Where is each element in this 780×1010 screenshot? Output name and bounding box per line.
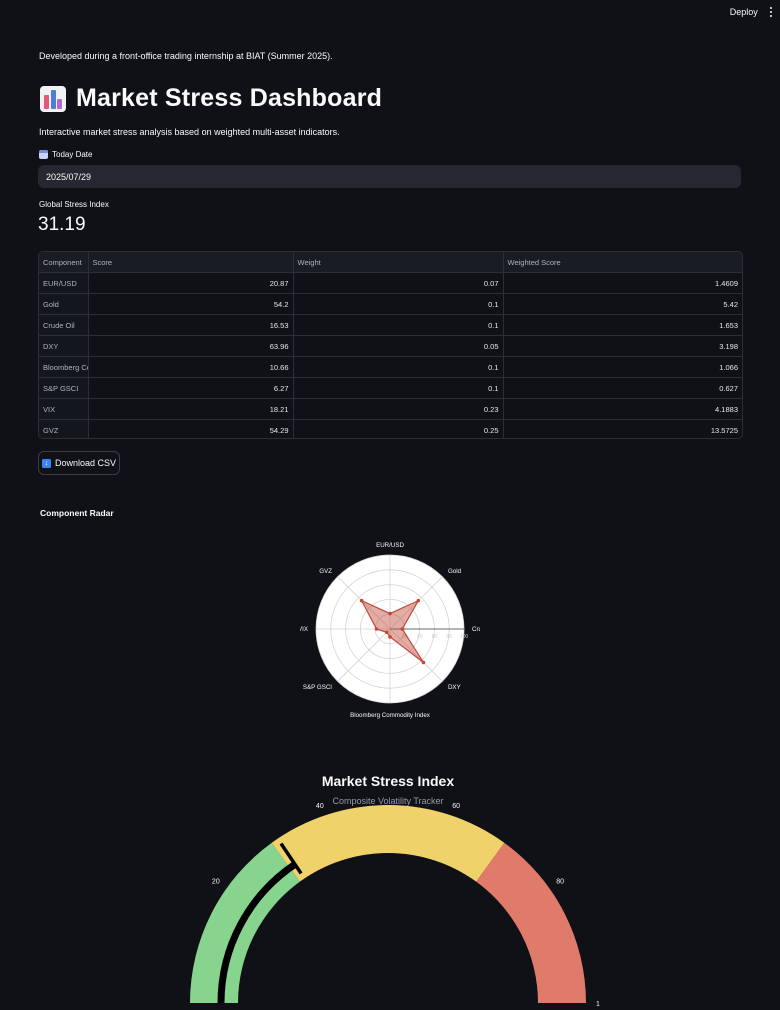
weight-cell: 0.1	[293, 356, 504, 378]
radar-radial-tick-label: 80	[446, 634, 452, 640]
radar-title: Component Radar	[40, 508, 114, 518]
table-row[interactable]: S&P GSCI 6.27 0.1 0.627	[39, 377, 742, 399]
gauge-tick-label: 100	[596, 1001, 600, 1008]
radar-data-point	[388, 635, 392, 639]
radar-axis-label: S&P GSCI	[303, 684, 332, 691]
component-cell: EUR/USD	[39, 272, 89, 294]
radar-axis-label: VIX	[300, 626, 308, 633]
radar-axis-label: Gold	[448, 568, 462, 575]
deploy-button[interactable]: Deploy	[730, 7, 758, 17]
download-csv-label: Download CSV	[54, 458, 117, 468]
radar-axis-label: DXY	[448, 684, 461, 691]
gauge-subtitle: Composite Volatility Tracker	[332, 796, 443, 806]
radar-axis-label: Bloomberg Commodity Index	[350, 712, 431, 719]
weighted-score-cell: 4.1883	[503, 398, 742, 420]
weight-cell: 0.1	[293, 293, 504, 315]
score-cell: 54.29	[88, 419, 294, 438]
component-radar-chart[interactable]: 20406080100EUR/USDGoldCrude OilDXYBloomb…	[300, 530, 480, 730]
download-csv-button[interactable]: ↓ Download CSV	[38, 451, 120, 475]
date-label-text: Today Date	[52, 150, 93, 159]
gauge-tick-label: 40	[316, 803, 324, 810]
gauge-band	[271, 805, 505, 882]
radar-axis-label: Crude Oil	[472, 626, 480, 633]
main-menu-icon[interactable]	[768, 5, 774, 19]
score-cell: 16.53	[88, 314, 294, 336]
component-cell: DXY	[39, 335, 89, 357]
component-cell: Gold	[39, 293, 89, 315]
page-subtitle: Interactive market stress analysis based…	[39, 127, 340, 137]
weight-cell: 0.1	[293, 314, 504, 336]
radar-radial-tick-label: 40	[417, 634, 423, 640]
table-row[interactable]: GVZ 54.29 0.25 13.5725	[39, 419, 742, 438]
weighted-score-cell: 1.066	[503, 356, 742, 378]
column-header[interactable]: Weighted Score	[503, 252, 742, 273]
radar-data-point	[421, 660, 426, 665]
components-table[interactable]: Component Score Weight Weighted Score EU…	[38, 251, 743, 439]
weighted-score-cell: 1.653	[503, 314, 742, 336]
radar-radial-tick-label: 60	[432, 634, 438, 640]
table-row[interactable]: DXY 63.96 0.05 3.198	[39, 335, 742, 357]
score-cell: 20.87	[88, 272, 294, 294]
radar-axis-label: GVZ	[319, 568, 332, 575]
table-header-row: Component Score Weight Weighted Score	[39, 252, 742, 273]
component-cell: GVZ	[39, 419, 89, 438]
weight-cell: 0.25	[293, 419, 504, 438]
download-icon: ↓	[41, 458, 51, 468]
column-header[interactable]: Weight	[293, 252, 504, 273]
date-label: Today Date	[39, 150, 92, 159]
component-cell: S&P GSCI	[39, 377, 89, 399]
weighted-score-cell: 13.5725	[710, 425, 738, 435]
calendar-icon	[39, 150, 48, 159]
column-header[interactable]: Score	[88, 252, 294, 273]
top-bar: Deploy	[730, 0, 780, 24]
weight-cell: 0.23	[293, 398, 504, 420]
score-cell: 10.66	[88, 356, 294, 378]
gauge-tick-label: 60	[452, 803, 460, 810]
page-header: Market Stress Dashboard	[40, 84, 382, 113]
metric-value: 31.19	[38, 214, 86, 235]
radar-data-point	[388, 611, 392, 616]
radar-data-point	[400, 627, 405, 631]
score-cell: 6.27	[88, 377, 294, 399]
weighted-score-cell: 3.198	[503, 335, 742, 357]
score-cell: 54.2	[88, 293, 294, 315]
table-row[interactable]: Gold 54.2 0.1 5.42	[39, 293, 742, 315]
gauge-band	[476, 842, 586, 1003]
table-row[interactable]: EUR/USD 20.87 0.07 1.4609	[39, 272, 742, 294]
table-row[interactable]: Bloomberg Commodity Index 10.66 0.1 1.06…	[39, 356, 742, 378]
radar-data-point	[359, 598, 364, 603]
date-input[interactable]	[38, 165, 741, 188]
weighted-score-cell: 0.627	[503, 377, 742, 399]
intro-text: Developed during a front-office trading …	[39, 51, 333, 61]
radar-data-point	[384, 630, 389, 635]
score-cell: 18.21	[88, 398, 294, 420]
metric-label: Global Stress Index	[39, 200, 109, 209]
table-row[interactable]: Crude Oil 16.53 0.1 1.653	[39, 314, 742, 336]
weighted-score-cell: 1.4609	[503, 272, 742, 294]
gauge-tick-label: 80	[556, 879, 564, 886]
weighted-score-cell: 5.42	[503, 293, 742, 315]
table-row[interactable]: VIX 18.21 0.23 4.1883	[39, 398, 742, 420]
component-cell: Crude Oil	[39, 314, 89, 336]
weight-cell: 0.07	[293, 272, 504, 294]
radar-axis-label: EUR/USD	[376, 542, 404, 549]
bar-chart-icon	[40, 85, 66, 112]
score-cell: 63.96	[88, 335, 294, 357]
weight-cell: 0.05	[293, 335, 504, 357]
gauge-title: Market Stress Index	[322, 773, 454, 789]
radar-data-point	[374, 627, 379, 631]
column-header[interactable]: Component	[39, 252, 89, 273]
radar-radial-tick-label: 100	[460, 634, 469, 640]
gauge-tick-label: 20	[212, 879, 220, 886]
component-cell: VIX	[39, 398, 89, 420]
page-title: Market Stress Dashboard	[76, 84, 383, 112]
component-cell: Bloomberg Commodity Index	[39, 356, 89, 378]
radar-data-point	[416, 598, 421, 603]
weight-cell: 0.1	[293, 377, 504, 399]
stress-gauge-chart: Market Stress Index Composite Volatility …	[180, 773, 600, 1008]
